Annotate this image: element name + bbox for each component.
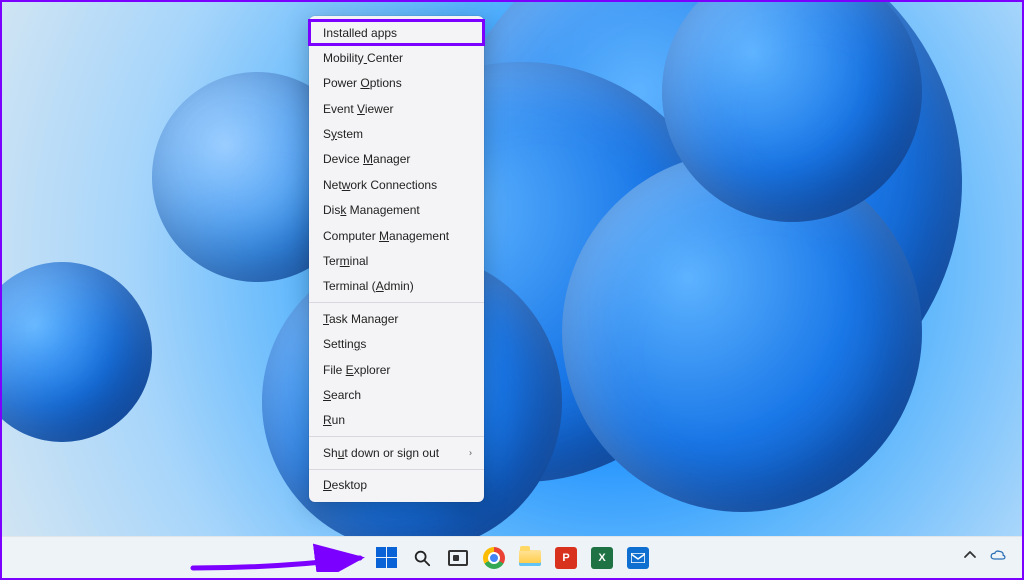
menu-separator — [309, 436, 484, 437]
menu-item-file-explorer[interactable]: File Explorer — [309, 357, 484, 382]
menu-item-power-options[interactable]: Power Options — [309, 71, 484, 96]
menu-separator — [309, 302, 484, 303]
taskbar-search[interactable] — [410, 546, 434, 570]
taskbar-powerpoint[interactable]: P — [554, 546, 578, 570]
search-icon — [413, 549, 431, 567]
desktop: Installed appsMobility CenterPower Optio… — [0, 0, 1024, 580]
menu-item-device-manager[interactable]: Device Manager — [309, 147, 484, 172]
menu-item-settings[interactable]: Settings — [309, 332, 484, 357]
excel-icon: X — [591, 547, 613, 569]
tray-overflow-icon[interactable] — [962, 547, 978, 568]
taskbar-center: PX — [374, 546, 650, 570]
taskbar-start[interactable] — [374, 546, 398, 570]
wallpaper-bloom — [2, 2, 1022, 578]
menu-item-shut-down-or-sign-out[interactable]: Shut down or sign out› — [309, 440, 484, 465]
onedrive-icon[interactable] — [990, 547, 1006, 568]
taskview-icon — [448, 550, 468, 566]
menu-item-search[interactable]: Search — [309, 382, 484, 407]
menu-item-task-manager[interactable]: Task Manager — [309, 306, 484, 331]
taskbar-task-view[interactable] — [446, 546, 470, 570]
taskbar: PX — [2, 536, 1022, 578]
menu-item-system[interactable]: System — [309, 122, 484, 147]
menu-item-disk-management[interactable]: Disk Management — [309, 198, 484, 223]
folder-icon — [519, 550, 541, 566]
taskbar-excel[interactable]: X — [590, 546, 614, 570]
mail-icon — [627, 547, 649, 569]
menu-item-terminal[interactable]: Terminal — [309, 249, 484, 274]
menu-item-network-connections[interactable]: Network Connections — [309, 172, 484, 197]
taskbar-mail[interactable] — [626, 546, 650, 570]
powerpoint-icon: P — [555, 547, 577, 569]
wallpaper-petal — [2, 262, 152, 442]
menu-item-computer-management[interactable]: Computer Management — [309, 223, 484, 248]
menu-item-installed-apps[interactable]: Installed apps — [309, 20, 484, 45]
chrome-icon — [483, 547, 505, 569]
start-context-menu: Installed appsMobility CenterPower Optio… — [309, 16, 484, 502]
menu-separator — [309, 469, 484, 470]
windows-icon — [376, 547, 397, 568]
taskbar-file-explorer[interactable] — [518, 546, 542, 570]
menu-item-terminal-admin-[interactable]: Terminal (Admin) — [309, 274, 484, 299]
menu-item-mobility-center[interactable]: Mobility Center — [309, 45, 484, 70]
chevron-right-icon: › — [469, 448, 472, 459]
menu-item-desktop[interactable]: Desktop — [309, 473, 484, 498]
taskbar-chrome[interactable] — [482, 546, 506, 570]
menu-item-event-viewer[interactable]: Event Viewer — [309, 96, 484, 121]
system-tray — [962, 547, 1006, 568]
menu-item-run[interactable]: Run — [309, 408, 484, 433]
